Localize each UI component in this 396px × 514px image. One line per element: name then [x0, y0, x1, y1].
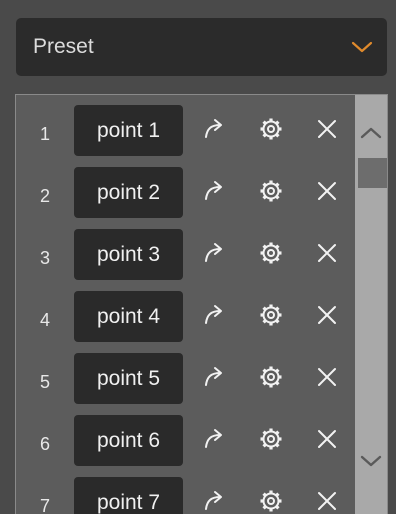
point-number: 2 — [39, 186, 50, 206]
gear-icon[interactable] — [258, 426, 284, 452]
list-item: 5 point 5 — [16, 348, 355, 410]
list-item: 2 point 2 — [16, 162, 355, 224]
point-number: 3 — [39, 248, 50, 268]
preset-dropdown[interactable]: Preset — [16, 18, 387, 76]
close-icon[interactable] — [314, 178, 340, 204]
point-number: 5 — [39, 372, 50, 392]
point-name-button[interactable]: point 4 — [74, 291, 183, 342]
close-icon[interactable] — [314, 240, 340, 266]
goto-arrow-icon[interactable] — [201, 364, 227, 390]
gear-icon[interactable] — [258, 240, 284, 266]
close-icon[interactable] — [314, 364, 340, 390]
gear-icon[interactable] — [258, 488, 284, 514]
goto-arrow-icon[interactable] — [201, 116, 227, 142]
point-name-button[interactable]: point 3 — [74, 229, 183, 280]
point-name-button[interactable]: point 1 — [74, 105, 183, 156]
point-name-button[interactable]: point 2 — [74, 167, 183, 218]
preset-point-list: 1 point 1 2 point 2 3 point 3 4 point 4 5 point 5… — [15, 94, 388, 514]
gear-icon[interactable] — [258, 302, 284, 328]
vertical-scrollbar[interactable] — [355, 95, 387, 514]
list-item: 3 point 3 — [16, 224, 355, 286]
list-item: 6 point 6 — [16, 410, 355, 472]
point-name-button[interactable]: point 6 — [74, 415, 183, 466]
close-icon[interactable] — [314, 426, 340, 452]
gear-icon[interactable] — [258, 364, 284, 390]
preset-panel: Preset 1 point 1 2 point 2 3 point 3 4 point 4 5… — [0, 0, 396, 514]
point-number: 1 — [39, 124, 50, 144]
goto-arrow-icon[interactable] — [201, 302, 227, 328]
gear-icon[interactable] — [258, 178, 284, 204]
point-name-button[interactable]: point 5 — [74, 353, 183, 404]
chevron-down-icon — [351, 40, 373, 54]
goto-arrow-icon[interactable] — [201, 240, 227, 266]
chevron-down-icon[interactable] — [359, 451, 383, 471]
point-number: 7 — [39, 496, 50, 514]
list-item: 4 point 4 — [16, 286, 355, 348]
close-icon[interactable] — [314, 302, 340, 328]
close-icon[interactable] — [314, 116, 340, 142]
preset-label: Preset — [33, 35, 94, 58]
point-number: 6 — [39, 434, 50, 454]
goto-arrow-icon[interactable] — [201, 426, 227, 452]
gear-icon[interactable] — [258, 116, 284, 142]
scrollbar-thumb[interactable] — [358, 158, 387, 188]
goto-arrow-icon[interactable] — [201, 488, 227, 514]
point-name-button[interactable]: point 7 — [74, 477, 183, 514]
list-item: 7 point 7 — [16, 472, 355, 514]
chevron-up-icon[interactable] — [359, 123, 383, 143]
close-icon[interactable] — [314, 488, 340, 514]
list-item: 1 point 1 — [16, 100, 355, 162]
goto-arrow-icon[interactable] — [201, 178, 227, 204]
point-number: 4 — [39, 310, 50, 330]
